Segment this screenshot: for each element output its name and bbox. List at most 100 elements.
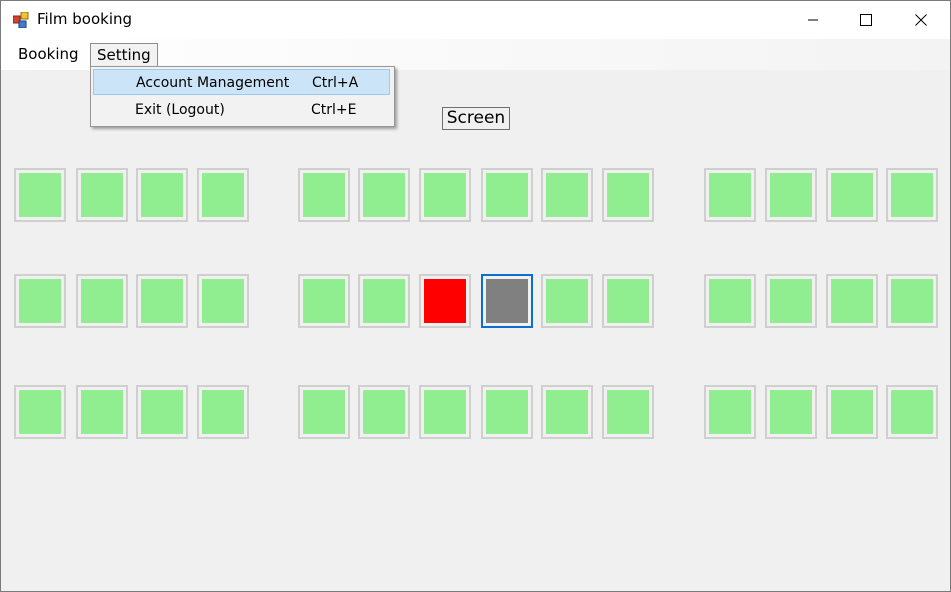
seat-fill <box>831 173 873 217</box>
seat-available[interactable] <box>704 168 756 222</box>
minimize-icon <box>808 19 818 21</box>
seat-available[interactable] <box>419 385 471 439</box>
menu-item-shortcut: Ctrl+A <box>312 75 359 91</box>
seat-fill <box>303 390 345 434</box>
seat-fill <box>770 390 812 434</box>
seat-fill <box>486 173 528 217</box>
seat-fill <box>81 279 123 323</box>
seat-available[interactable] <box>602 385 654 439</box>
seat-available[interactable] <box>541 385 593 439</box>
window-title: Film booking <box>37 10 133 28</box>
seat-available[interactable] <box>298 274 350 328</box>
seat-fill <box>770 173 812 217</box>
seat-fill <box>546 390 588 434</box>
seat-available[interactable] <box>826 274 878 328</box>
minimize-button[interactable] <box>790 1 836 39</box>
seat-fill <box>891 279 933 323</box>
seat-available[interactable] <box>602 274 654 328</box>
seat-available[interactable] <box>136 274 188 328</box>
seat-available[interactable] <box>76 274 128 328</box>
seat-available[interactable] <box>481 168 533 222</box>
menu-item-label: Exit (Logout) <box>135 102 225 118</box>
app-window: Film booking Booking Setting Screen Acco… <box>0 0 951 592</box>
seat-fill <box>202 279 244 323</box>
setting-dropdown-menu: Account Management Ctrl+A Exit (Logout) … <box>90 66 395 127</box>
seat-booked[interactable] <box>419 274 471 328</box>
seat-available[interactable] <box>541 168 593 222</box>
seat-available[interactable] <box>481 385 533 439</box>
seat-fill <box>141 173 183 217</box>
seat-fill <box>424 173 466 217</box>
seat-available[interactable] <box>765 385 817 439</box>
seat-available[interactable] <box>419 168 471 222</box>
menu-booking[interactable]: Booking <box>12 43 85 66</box>
seat-available[interactable] <box>136 168 188 222</box>
seat-available[interactable] <box>298 385 350 439</box>
close-button[interactable] <box>898 1 944 39</box>
seat-available[interactable] <box>14 385 66 439</box>
seat-available[interactable] <box>358 385 410 439</box>
menu-item-exit-logout[interactable]: Exit (Logout) Ctrl+E <box>93 97 390 123</box>
seat-available[interactable] <box>14 274 66 328</box>
seat-fill <box>363 390 405 434</box>
seat-available[interactable] <box>886 274 938 328</box>
seat-available[interactable] <box>298 168 350 222</box>
seat-available[interactable] <box>14 168 66 222</box>
seat-available[interactable] <box>197 274 249 328</box>
seat-fill <box>19 279 61 323</box>
seat-fill <box>546 173 588 217</box>
seat-fill <box>303 173 345 217</box>
seat-fill <box>709 390 751 434</box>
seat-fill <box>607 173 649 217</box>
seat-fill <box>607 390 649 434</box>
menu-item-label: Account Management <box>136 75 290 91</box>
seat-available[interactable] <box>76 168 128 222</box>
seat-fill <box>891 173 933 217</box>
seat-fill <box>486 390 528 434</box>
close-icon <box>915 14 927 26</box>
seat-fill <box>546 279 588 323</box>
seat-fill <box>202 390 244 434</box>
seat-available[interactable] <box>197 168 249 222</box>
seat-fill <box>709 279 751 323</box>
seat-available[interactable] <box>765 274 817 328</box>
seat-available[interactable] <box>886 168 938 222</box>
seat-fill <box>831 390 873 434</box>
seat-available[interactable] <box>197 385 249 439</box>
seat-fill <box>424 390 466 434</box>
seat-fill <box>363 173 405 217</box>
seat-available[interactable] <box>826 168 878 222</box>
app-icon <box>13 12 29 28</box>
seat-selected[interactable] <box>481 274 533 328</box>
seat-available[interactable] <box>886 385 938 439</box>
seat-fill <box>303 279 345 323</box>
maximize-button[interactable] <box>843 1 889 39</box>
seat-fill <box>141 390 183 434</box>
seat-fill <box>363 279 405 323</box>
seat-fill <box>424 279 466 323</box>
menu-item-shortcut: Ctrl+E <box>311 102 357 118</box>
seat-fill <box>202 173 244 217</box>
screen-label: Screen <box>442 107 510 130</box>
seat-fill <box>81 173 123 217</box>
seat-available[interactable] <box>602 168 654 222</box>
seat-available[interactable] <box>136 385 188 439</box>
seat-fill <box>891 390 933 434</box>
seat-available[interactable] <box>358 168 410 222</box>
maximize-icon <box>860 14 872 26</box>
seat-available[interactable] <box>704 385 756 439</box>
seat-fill <box>709 173 751 217</box>
seat-fill <box>486 279 528 323</box>
seat-available[interactable] <box>541 274 593 328</box>
seat-fill <box>19 173 61 217</box>
seat-available[interactable] <box>826 385 878 439</box>
menu-item-account-management[interactable]: Account Management Ctrl+A <box>93 69 390 95</box>
title-bar[interactable]: Film booking <box>1 1 950 39</box>
seat-available[interactable] <box>358 274 410 328</box>
seat-available[interactable] <box>765 168 817 222</box>
seat-fill <box>607 279 649 323</box>
seat-fill <box>19 390 61 434</box>
seat-available[interactable] <box>76 385 128 439</box>
seat-available[interactable] <box>704 274 756 328</box>
seat-fill <box>770 279 812 323</box>
